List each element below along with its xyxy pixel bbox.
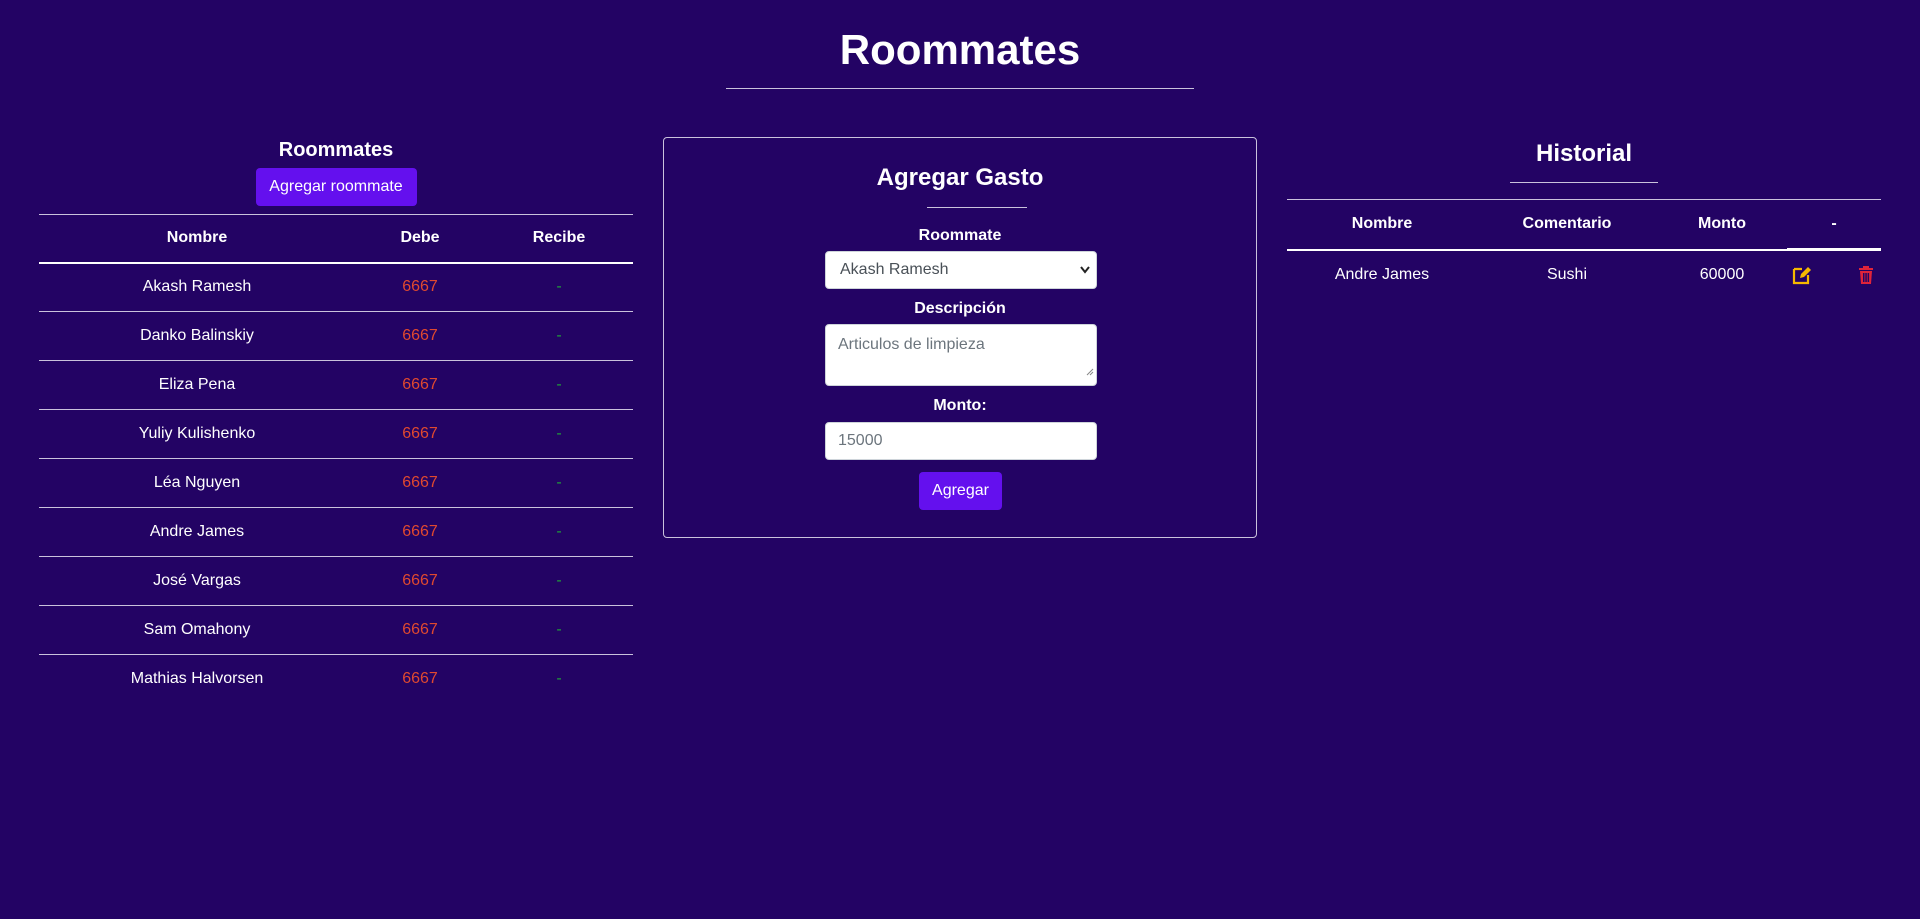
- add-roommate-button[interactable]: Agregar roommate: [255, 168, 417, 206]
- table-row: José Vargas 6667 -: [39, 556, 633, 606]
- roommate-name: Danko Balinskiy: [39, 311, 355, 361]
- roommate-debe: 6667: [402, 670, 438, 688]
- roommate-recibe: -: [485, 360, 633, 410]
- descripcion-textarea[interactable]: Articulos de limpieza: [825, 324, 1097, 386]
- roommate-debe: 6667: [355, 262, 485, 312]
- table-header-row: Nombre Debe Recibe: [39, 214, 633, 263]
- table-row: Léa Nguyen 6667 -: [39, 458, 633, 508]
- column-header-monto: Monto: [1657, 199, 1787, 251]
- agregar-gasto-card: Agregar Gasto Roommate Akash Ramesh Desc…: [663, 137, 1257, 538]
- roommate-select[interactable]: Akash Ramesh: [825, 251, 1097, 289]
- historial-table: Nombre Comentario Monto - Andre James Su…: [1287, 199, 1881, 299]
- gasto-form-title: Agregar Gasto: [876, 164, 1044, 191]
- roommate-name: José Vargas: [39, 556, 355, 606]
- roommate-debe: 6667: [355, 507, 485, 557]
- column-header-nombre: Nombre: [166, 229, 228, 247]
- roommate-recibe: -: [485, 605, 633, 655]
- table-row: Akash Ramesh 6667 -: [39, 262, 633, 312]
- monto-label: Monto:: [933, 397, 987, 414]
- historial-comentario: Sushi: [1546, 265, 1588, 283]
- roommate-recibe: -: [485, 458, 633, 508]
- historial-divider: [1510, 182, 1658, 183]
- historial-monto: 60000: [1699, 265, 1745, 283]
- historial-panel: Historial Nombre Comentario Monto - Andr…: [1287, 136, 1881, 299]
- monto-placeholder: 15000: [838, 432, 883, 449]
- resize-grip-icon[interactable]: [1086, 364, 1094, 384]
- roommate-name: Eliza Pena: [39, 360, 355, 410]
- roommate-debe: 6667: [355, 605, 485, 655]
- chevron-down-icon: [1080, 252, 1090, 302]
- roommates-table: Nombre Debe Recibe Akash Ramesh 6667 - D…: [39, 214, 633, 704]
- trash-icon[interactable]: [1855, 264, 1877, 286]
- table-row: Eliza Pena 6667 -: [39, 360, 633, 410]
- roommate-name: Mathias Halvorsen: [130, 670, 264, 688]
- monto-input[interactable]: 15000: [825, 422, 1097, 460]
- roommates-heading: Roommates: [278, 139, 394, 161]
- table-row: Danko Balinskiy 6667 -: [39, 311, 633, 361]
- descripcion-placeholder: Articulos de limpieza: [838, 336, 985, 353]
- table-row: Sam Omahony 6667 -: [39, 605, 633, 655]
- roommate-name: Akash Ramesh: [39, 262, 355, 312]
- roommate-recibe: -: [556, 670, 562, 688]
- roommate-label: Roommate: [918, 227, 1002, 244]
- table-row: Andre James Sushi 60000: [1287, 250, 1881, 299]
- roommate-name: Léa Nguyen: [39, 458, 355, 508]
- historial-nombre: Andre James: [1334, 265, 1430, 283]
- roommate-select-value: Akash Ramesh: [840, 261, 949, 278]
- gasto-title-divider: [927, 207, 1027, 208]
- roommate-recibe: -: [485, 409, 633, 459]
- roommate-debe: 6667: [355, 556, 485, 606]
- roommate-recibe: -: [485, 311, 633, 361]
- table-header-row: Nombre Comentario Monto -: [1287, 199, 1881, 251]
- column-header-debe: Debe: [400, 229, 440, 247]
- title-divider: [726, 88, 1194, 89]
- roommate-recibe: -: [485, 556, 633, 606]
- page-title: Roommates: [839, 26, 1081, 73]
- roommates-panel: Roommates Agregar roommate Nombre Debe R…: [39, 136, 633, 704]
- roommate-debe: 6667: [355, 360, 485, 410]
- roommate-debe: 6667: [355, 311, 485, 361]
- historial-title: Historial: [1535, 140, 1633, 167]
- roommate-name: Yuliy Kulishenko: [39, 409, 355, 459]
- column-header-comentario: Comentario: [1477, 199, 1657, 251]
- roommate-recibe: -: [485, 507, 633, 557]
- table-row: Yuliy Kulishenko 6667 -: [39, 409, 633, 459]
- roommate-debe: 6667: [355, 409, 485, 459]
- roommate-name: Sam Omahony: [39, 605, 355, 655]
- column-header-recibe: Recibe: [532, 229, 586, 247]
- column-header-actions: -: [1787, 199, 1881, 251]
- table-row: Andre James 6667 -: [39, 507, 633, 557]
- historial-actions: [1787, 250, 1881, 299]
- roommate-debe: 6667: [355, 458, 485, 508]
- agregar-gasto-button[interactable]: Agregar: [919, 472, 1002, 510]
- edit-icon[interactable]: [1791, 264, 1813, 286]
- roommate-name: Andre James: [39, 507, 355, 557]
- table-row: Mathias Halvorsen 6667 -: [39, 655, 633, 704]
- column-header-nombre: Nombre: [1287, 199, 1477, 251]
- roommate-recibe: -: [485, 262, 633, 312]
- descripcion-label: Descripción: [914, 300, 1006, 317]
